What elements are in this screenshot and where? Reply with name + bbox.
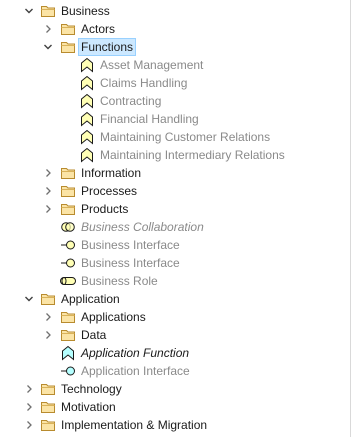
folder-icon [60, 165, 76, 181]
tree-node-function-item[interactable]: Maintaining Customer Relations [0, 128, 350, 146]
business-interface-icon [60, 237, 76, 253]
tree-node-application-function[interactable]: Application Function [0, 344, 350, 362]
chevron-right-icon[interactable] [41, 182, 55, 200]
chevron-right-icon[interactable] [41, 164, 55, 182]
tree-node-label: Application [61, 292, 120, 306]
tree-node-information[interactable]: Information [0, 164, 350, 182]
tree-node-label-selected: Functions [78, 38, 137, 56]
business-collaboration-icon [60, 219, 76, 235]
tree-node-function-item[interactable]: Maintaining Intermediary Relations [0, 146, 350, 164]
folder-icon [40, 399, 56, 415]
tree-node-function-item[interactable]: Contracting [0, 92, 350, 110]
tree-node-label: Motivation [61, 400, 116, 414]
tree-node-label: Maintaining Intermediary Relations [100, 148, 285, 162]
folder-icon [60, 183, 76, 199]
tree-node-label: Business Interface [81, 238, 180, 252]
chevron-right-icon[interactable] [22, 398, 36, 416]
folder-icon [40, 417, 56, 433]
tree-node-label: Data [81, 328, 107, 342]
tree-node-business-interface[interactable]: Business Interface [0, 254, 350, 272]
tree-node-label: Applications [81, 310, 146, 324]
folder-icon [40, 3, 56, 19]
folder-icon [40, 381, 56, 397]
model-tree: Business Actors Functions Asset Manageme… [0, 0, 351, 437]
tree-node-applications[interactable]: Applications [0, 308, 350, 326]
tree-node-application-interface[interactable]: Application Interface [0, 362, 350, 380]
chevron-right-icon[interactable] [41, 308, 55, 326]
tree-node-label: Business [61, 4, 110, 18]
folder-icon [60, 309, 76, 325]
tree-node-label: Business Collaboration [81, 220, 204, 234]
chevron-right-icon[interactable] [41, 326, 55, 344]
chevron-down-icon[interactable] [22, 2, 36, 20]
business-role-icon [60, 273, 76, 289]
chevron-right-icon[interactable] [22, 380, 36, 398]
tree-node-business[interactable]: Business [0, 2, 350, 20]
tree-node-data[interactable]: Data [0, 326, 350, 344]
business-function-icon [79, 75, 95, 91]
folder-icon [40, 291, 56, 307]
business-function-icon [79, 129, 95, 145]
tree-node-function-item[interactable]: Financial Handling [0, 110, 350, 128]
folder-icon [60, 327, 76, 343]
tree-node-label: Application Interface [81, 364, 190, 378]
tree-node-business-interface[interactable]: Business Interface [0, 236, 350, 254]
chevron-right-icon[interactable] [22, 416, 36, 434]
tree-node-business-role[interactable]: Business Role [0, 272, 350, 290]
tree-node-label: Financial Handling [100, 112, 199, 126]
tree-node-label: Asset Management [100, 58, 204, 72]
tree-node-technology[interactable]: Technology [0, 380, 350, 398]
business-interface-icon [60, 255, 76, 271]
tree-node-motivation[interactable]: Motivation [0, 398, 350, 416]
tree-node-label: Business Interface [81, 256, 180, 270]
business-function-icon [79, 93, 95, 109]
business-function-icon [79, 57, 95, 73]
folder-icon [60, 21, 76, 37]
folder-icon [60, 201, 76, 217]
tree-node-functions[interactable]: Functions [0, 38, 350, 56]
tree-node-label: Products [81, 202, 129, 216]
tree-node-label: Contracting [100, 94, 162, 108]
application-interface-icon [60, 363, 76, 379]
tree-node-implementation-migration[interactable]: Implementation & Migration [0, 416, 350, 434]
tree-node-label: Technology [61, 382, 122, 396]
tree-node-function-item[interactable]: Asset Management [0, 56, 350, 74]
chevron-down-icon[interactable] [22, 290, 36, 308]
tree-node-business-collaboration[interactable]: Business Collaboration [0, 218, 350, 236]
tree-node-processes[interactable]: Processes [0, 182, 350, 200]
tree-node-label: Maintaining Customer Relations [100, 130, 271, 144]
tree-node-label: Information [81, 166, 142, 180]
application-function-icon [60, 345, 76, 361]
chevron-right-icon[interactable] [41, 200, 55, 218]
tree-node-products[interactable]: Products [0, 200, 350, 218]
tree-node-actors[interactable]: Actors [0, 20, 350, 38]
tree-node-label: Processes [81, 184, 138, 198]
tree-node-label: Implementation & Migration [61, 418, 208, 432]
tree-node-label: Claims Handling [100, 76, 188, 90]
folder-icon [60, 39, 76, 55]
chevron-down-icon[interactable] [41, 38, 55, 56]
tree-node-application[interactable]: Application [0, 290, 350, 308]
tree-node-label: Actors [81, 22, 116, 36]
tree-node-label: Business Role [81, 274, 158, 288]
tree-node-function-item[interactable]: Claims Handling [0, 74, 350, 92]
business-function-icon [79, 147, 95, 163]
business-function-icon [79, 111, 95, 127]
tree-node-label: Application Function [81, 346, 190, 360]
chevron-right-icon[interactable] [41, 20, 55, 38]
